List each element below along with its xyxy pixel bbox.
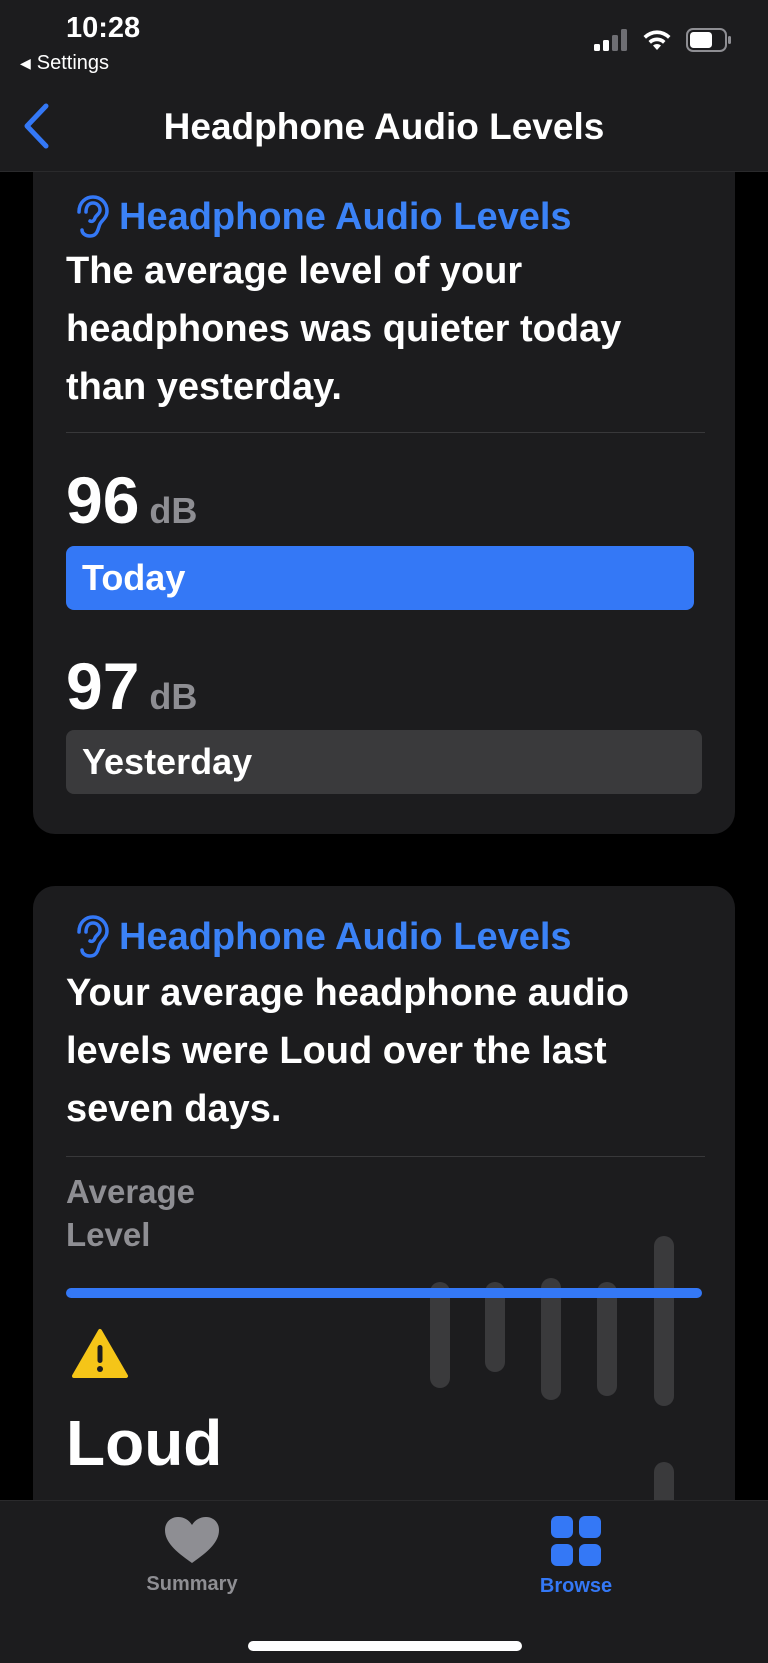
page-title: Headphone Audio Levels: [163, 106, 605, 147]
comparison-card[interactable]: Headphone Audio Levels The average level…: [33, 172, 735, 834]
card-header: Headphone Audio Levels: [71, 914, 572, 960]
back-to-app-link[interactable]: ◀ Settings: [20, 52, 109, 75]
grid-icon: [551, 1516, 601, 1566]
tab-summary[interactable]: Summary: [112, 1515, 272, 1596]
heart-icon: [165, 1517, 219, 1563]
status-bar: 10:28 ◀ Settings: [0, 0, 768, 86]
content-scroll-area[interactable]: Headphone Audio Levels The average level…: [0, 172, 768, 1500]
card-description: Your average headphone audio levels were…: [66, 972, 630, 1130]
average-level-label: Average Level: [66, 1170, 195, 1256]
today-bar: Today: [66, 546, 694, 610]
ear-icon: [77, 915, 109, 958]
average-label-line2: Level: [66, 1216, 151, 1253]
card-header-label: Headphone Audio Levels: [119, 195, 572, 238]
ear-icon: [77, 195, 109, 238]
tab-browse[interactable]: Browse: [496, 1515, 656, 1598]
navigation-bar: Headphone Audio Levels: [0, 86, 768, 172]
meter-bar: [654, 1462, 674, 1500]
average-label-line1: Average: [66, 1173, 196, 1210]
status-icons: [594, 28, 732, 52]
yesterday-unit: dB: [149, 676, 198, 717]
today-value: 96: [66, 463, 140, 537]
home-indicator[interactable]: [248, 1641, 522, 1651]
back-app-label: Settings: [36, 52, 110, 74]
battery-icon: [686, 28, 731, 52]
yesterday-bar: Yesterday: [66, 730, 702, 794]
yesterday-level: 97 dB: [66, 648, 197, 724]
cellular-signal-icon: [594, 29, 627, 51]
warning-icon: [72, 1329, 128, 1378]
status-time: 10:28: [66, 12, 141, 44]
loudness-status: Loud: [66, 1407, 223, 1479]
tab-summary-label: Summary: [146, 1573, 238, 1595]
today-level: 96 dB: [66, 462, 197, 538]
back-triangle-icon: ◀: [20, 55, 31, 71]
card-description: The average level of your headphones was…: [66, 250, 622, 408]
wifi-icon: [643, 30, 671, 50]
tab-bar: Summary Browse: [0, 1500, 768, 1663]
yesterday-value: 97: [66, 649, 140, 723]
card-divider: [66, 432, 705, 433]
meter-bar: [654, 1236, 674, 1406]
weekly-average-card[interactable]: Headphone Audio Levels Your average head…: [33, 886, 735, 1500]
card-header-label: Headphone Audio Levels: [119, 915, 572, 958]
average-level-line: [66, 1288, 702, 1298]
card-divider: [66, 1156, 705, 1157]
tab-browse-label: Browse: [539, 1575, 613, 1597]
today-unit: dB: [149, 490, 198, 531]
meter-bar: [597, 1282, 617, 1396]
card-header: Headphone Audio Levels: [71, 194, 572, 240]
